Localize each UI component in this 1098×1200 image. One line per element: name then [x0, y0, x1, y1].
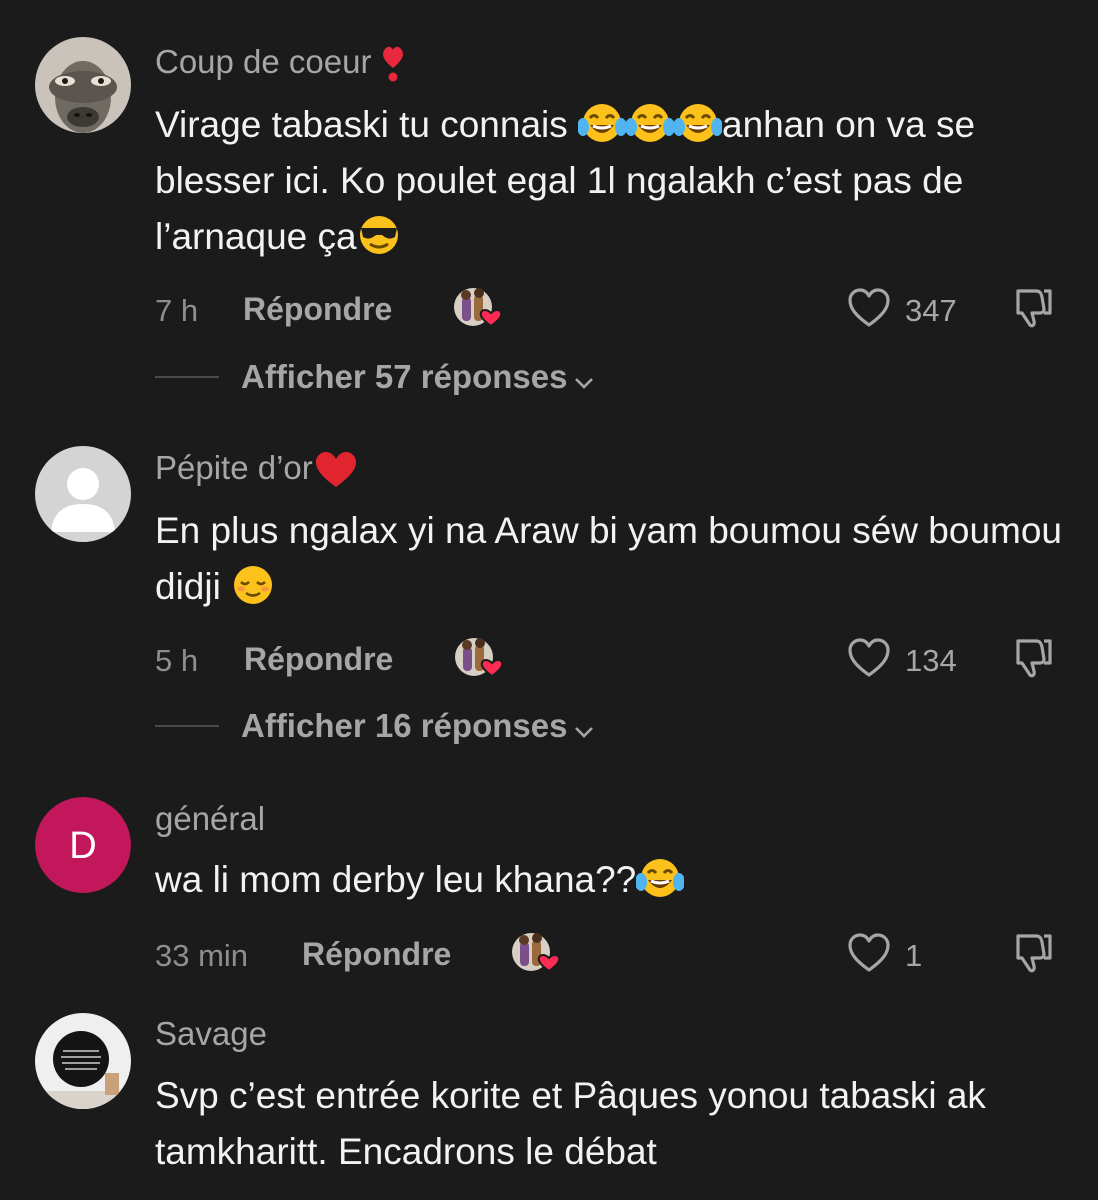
comment-actions: 7 h Répondre 347: [155, 285, 1065, 335]
sunglasses-emoji-icon: [357, 213, 401, 255]
comment-text: wa li mom derby leu khana??: [155, 852, 1075, 908]
view-replies-button[interactable]: Afficher 16 réponses: [241, 707, 595, 747]
like-count: 347: [905, 293, 957, 328]
avatar[interactable]: [35, 446, 131, 542]
comment-text: Svp c’est entrée korite et Pâques yonou …: [155, 1075, 986, 1172]
avatar[interactable]: [35, 1013, 131, 1109]
username[interactable]: Pépite d’or: [155, 449, 357, 489]
creator-liked-icon: [453, 285, 503, 331]
creator-liked-icon: [454, 635, 504, 681]
thumbs-down-icon[interactable]: [1010, 285, 1056, 331]
reply-button[interactable]: Répondre: [244, 641, 393, 678]
like-count: 134: [905, 643, 957, 678]
tears-of-joy-emoji-icon: [626, 101, 675, 143]
comment-actions: 5 h Répondre 134: [155, 635, 1065, 685]
comment-text: En plus ngalax yi na Araw bi yam boumou …: [155, 510, 1063, 607]
tears-of-joy-emoji-icon: [636, 856, 685, 898]
reply-button[interactable]: Répondre: [243, 291, 392, 328]
view-replies-button[interactable]: Afficher 57 réponses: [241, 358, 595, 398]
comment-text: Virage tabaski tu connais anhan on va se…: [155, 97, 1075, 265]
chevron-down-icon: [573, 360, 595, 398]
like-count: 1: [905, 938, 923, 973]
comment-actions: 33 min Répondre 1: [155, 930, 1065, 980]
comment-list: Coup de coeur Virage tabaski tu connais …: [0, 0, 1098, 1200]
heart-outline-icon[interactable]: [847, 287, 891, 329]
username[interactable]: Savage: [155, 1015, 267, 1053]
divider: [155, 376, 219, 378]
heart-outline-icon[interactable]: [847, 637, 891, 679]
avatar[interactable]: [35, 37, 131, 133]
tears-of-joy-emoji-icon: [578, 101, 627, 143]
username[interactable]: général: [155, 800, 265, 838]
view-replies-row: Afficher 16 réponses: [155, 707, 755, 747]
view-replies-row: Afficher 57 réponses: [155, 358, 755, 398]
username[interactable]: Coup de coeur: [155, 43, 405, 84]
timestamp: 33 min: [155, 938, 249, 973]
reply-button[interactable]: Répondre: [302, 936, 451, 973]
timestamp: 7 h: [155, 293, 199, 328]
thumbs-down-icon[interactable]: [1010, 635, 1056, 681]
heart-exclamation-icon: [381, 44, 405, 84]
divider: [155, 725, 219, 727]
avatar[interactable]: D: [35, 797, 131, 893]
heart-outline-icon[interactable]: [847, 932, 891, 974]
chevron-down-icon: [573, 709, 595, 747]
timestamp: 5 h: [155, 643, 199, 678]
avatar-letter: D: [69, 825, 96, 867]
creator-liked-icon: [511, 930, 561, 976]
thumbs-down-icon[interactable]: [1010, 930, 1056, 976]
red-heart-icon: [315, 451, 357, 489]
relieved-face-emoji-icon: [231, 563, 275, 605]
tears-of-joy-emoji-icon: [674, 101, 723, 143]
